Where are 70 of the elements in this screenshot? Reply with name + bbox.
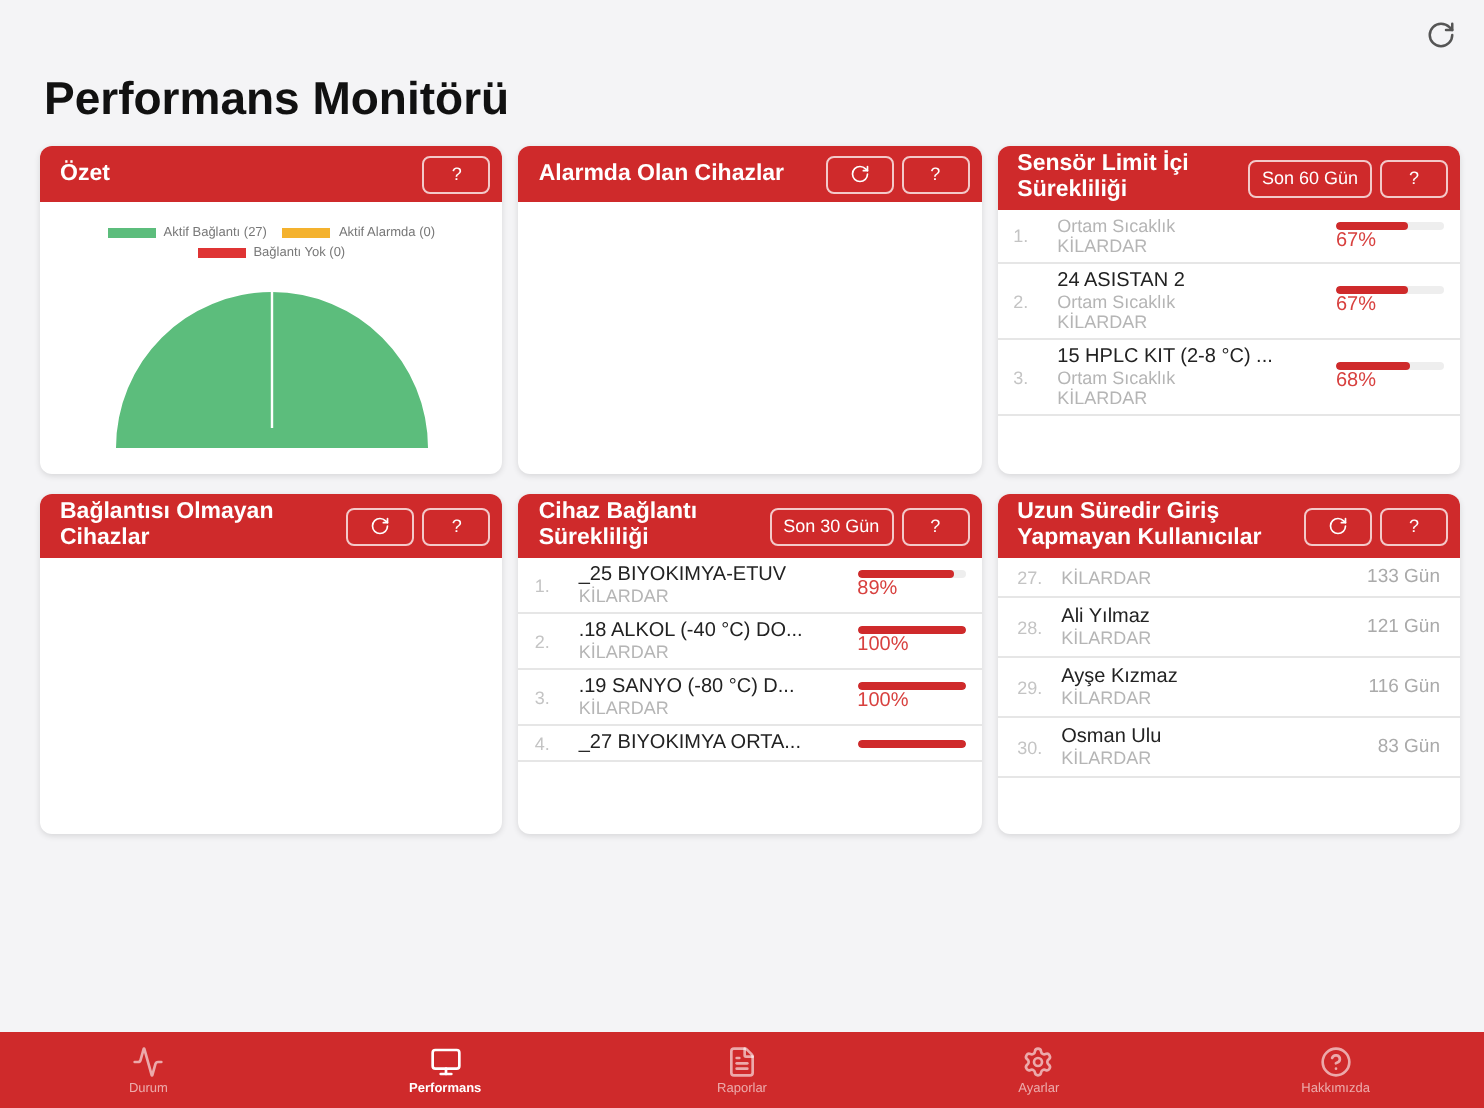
days-value: 116 Gün bbox=[1368, 676, 1440, 698]
location-label: KİLARDAR bbox=[1057, 236, 1150, 256]
refresh-button[interactable] bbox=[825, 155, 894, 193]
help-icon bbox=[1319, 1045, 1352, 1077]
row-number: 2. bbox=[534, 631, 552, 651]
period-button[interactable]: Son 30 Gün bbox=[769, 507, 894, 545]
device-name: .18 ALKOL (-40 °C) DO... bbox=[578, 620, 805, 642]
location-label: KİLARDAR bbox=[578, 642, 671, 662]
percent-value: 89% bbox=[857, 578, 900, 600]
location-label: KİLARDAR bbox=[1057, 312, 1150, 332]
sensor-type: Ortam Sıcaklık bbox=[1057, 292, 1178, 312]
period-button[interactable]: Son 60 Gün bbox=[1247, 159, 1372, 197]
refresh-icon bbox=[370, 516, 391, 536]
location-label: KİLARDAR bbox=[578, 698, 671, 718]
card-title: Bağlantısı Olmayan Cihazlar bbox=[60, 500, 276, 552]
card-title: Özet bbox=[60, 161, 112, 187]
user-name: Ali Yılmaz bbox=[1061, 606, 1152, 628]
location-label: KİLARDAR bbox=[578, 586, 671, 606]
card-title: Cihaz Bağlantı Sürekliliği bbox=[538, 500, 700, 552]
refresh-icon[interactable] bbox=[1426, 20, 1456, 50]
help-button[interactable]: ? bbox=[422, 155, 491, 193]
device-name: .19 SANYO (-80 °C) D... bbox=[578, 676, 797, 698]
row-number: 1. bbox=[534, 575, 552, 595]
settings-icon bbox=[1022, 1045, 1055, 1077]
card-title: Uzun Süredir Giriş Yapmayan Kullanıcılar bbox=[1017, 500, 1264, 552]
row-number: 3. bbox=[534, 687, 552, 707]
percent-value: 100% bbox=[857, 690, 911, 712]
user-role: KİLARDAR bbox=[1061, 688, 1154, 708]
help-button[interactable]: ? bbox=[422, 507, 491, 545]
user-name: Osman Ulu bbox=[1061, 726, 1164, 748]
percent-value: 68% bbox=[1335, 370, 1378, 392]
pulse-icon bbox=[132, 1045, 165, 1077]
sensor-type: Ortam Sıcaklık bbox=[1057, 216, 1178, 236]
refresh-icon bbox=[1327, 516, 1348, 536]
help-button[interactable]: ? bbox=[901, 155, 970, 193]
device-name: _25 BIYOKIMYA-ETUV bbox=[578, 564, 789, 586]
device-name: 24 ASISTAN 2 bbox=[1057, 270, 1187, 292]
row-number: 27. bbox=[1017, 567, 1045, 587]
refresh-button[interactable] bbox=[1303, 507, 1372, 545]
sensor-type: Ortam Sıcaklık bbox=[1057, 368, 1178, 388]
row-number: 30. bbox=[1017, 737, 1045, 757]
row-number: 29. bbox=[1017, 677, 1045, 697]
percent-value: 67% bbox=[1335, 229, 1378, 251]
days-value: 121 Gün bbox=[1367, 616, 1440, 638]
percent-value: 100% bbox=[857, 634, 911, 656]
refresh-button[interactable] bbox=[346, 507, 415, 545]
refresh-icon bbox=[849, 164, 870, 184]
user-role: KİLARDAR bbox=[1061, 748, 1154, 768]
document-icon bbox=[726, 1045, 759, 1077]
row-number: 28. bbox=[1017, 617, 1045, 637]
help-button[interactable]: ? bbox=[901, 507, 970, 545]
user-role: KİLARDAR bbox=[1061, 628, 1154, 648]
row-number: 4. bbox=[534, 733, 552, 753]
help-button[interactable]: ? bbox=[1379, 159, 1448, 197]
device-name: _27 BIYOKIMYA ORTA... bbox=[578, 732, 803, 754]
device-name: 15 HPLC KIT (2-8 °C) ... bbox=[1057, 346, 1275, 368]
days-value: 83 Gün bbox=[1377, 736, 1440, 758]
row-number: 2. bbox=[1013, 291, 1031, 311]
days-value: 133 Gün bbox=[1367, 566, 1440, 588]
card-title: Sensör Limit İçi Sürekliliği bbox=[1017, 152, 1191, 204]
location-label: KİLARDAR bbox=[1057, 388, 1150, 408]
page-title: Performans Monitörü bbox=[44, 72, 512, 126]
help-button[interactable]: ? bbox=[1379, 507, 1448, 545]
user-name: Ayşe Kızmaz bbox=[1061, 666, 1180, 688]
card-title: Alarmda Olan Cihazlar bbox=[538, 161, 787, 187]
monitor-icon bbox=[429, 1045, 462, 1077]
row-number: 1. bbox=[1013, 226, 1031, 246]
row-number: 3. bbox=[1013, 367, 1031, 387]
percent-value: 67% bbox=[1335, 294, 1378, 316]
user-role: KİLARDAR bbox=[1061, 567, 1154, 587]
